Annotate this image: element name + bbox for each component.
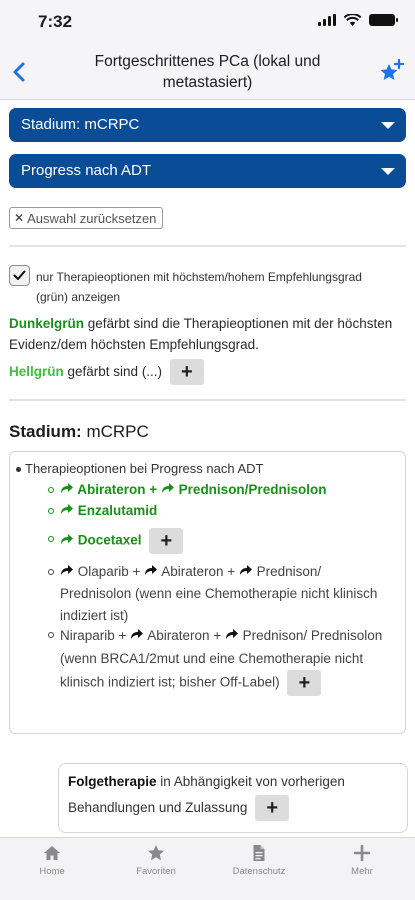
tab-more[interactable]: Mehr: [327, 844, 397, 877]
stage-select[interactable]: Stadium: mCRPC: [9, 108, 406, 142]
expand-light-green-button[interactable]: +: [169, 359, 204, 386]
filter-checkbox[interactable]: [9, 265, 30, 286]
expand-follow-up-button[interactable]: +: [255, 795, 290, 822]
share-arrow-icon: [225, 629, 238, 639]
share-arrow-icon: [239, 565, 252, 575]
plus-icon: [353, 844, 371, 862]
situation-select[interactable]: Progress nach ADT: [9, 154, 406, 188]
filter-checkbox-label: nur Therapieoptionen mit höchstem/hohem …: [36, 270, 362, 304]
therapy-options-card: Therapieoptionen bei Progress nach ADT A…: [9, 451, 406, 734]
therapy-item-text: Olaparib +: [77, 564, 145, 579]
status-bar: 7:32: [0, 0, 415, 44]
status-time: 7:32: [38, 12, 73, 31]
legend-dark-green: Dunkelgrün gefärbt sind die Therapieopti…: [9, 313, 399, 355]
tab-privacy[interactable]: Datenschutz: [224, 844, 294, 877]
legend-light-green: Hellgrün gefärbt sind (...) +: [9, 359, 399, 386]
section-title-prefix: Stadium:: [9, 422, 82, 441]
back-chevron-icon[interactable]: [8, 58, 32, 86]
therapy-item-text: Abirateron +: [147, 628, 225, 643]
section-title-stage: mCRPC: [86, 422, 149, 441]
tab-home-label: Home: [39, 866, 65, 877]
content-area: Stadium: mCRPC Progress nach ADT ✕ Auswa…: [0, 101, 415, 837]
therapy-item-docetaxel[interactable]: Docetaxel +: [48, 528, 390, 554]
section-title: Stadium: mCRPC: [9, 422, 149, 442]
add-favorite-star-icon[interactable]: [379, 58, 405, 84]
therapy-options-header: Therapieoptionen bei Progress nach ADT: [15, 461, 264, 476]
share-arrow-icon: [61, 565, 73, 575]
therapy-item-text: Niraparib +: [60, 628, 131, 643]
share-arrow-icon: [145, 565, 158, 575]
follow-up-title: Folgetherapie: [68, 774, 157, 789]
light-green-text: gefärbt sind (...): [63, 364, 163, 379]
stage-select-value: Stadium: mCRPC: [21, 116, 140, 133]
tab-more-label: Mehr: [351, 866, 373, 877]
tab-favorites[interactable]: Favoriten: [121, 844, 191, 877]
therapy-item-niraparib[interactable]: Niraparib + Abirateron + Prednison/ Pred…: [48, 624, 390, 696]
checkmark-icon: [13, 270, 26, 280]
therapy-item-text: Docetaxel: [77, 532, 142, 548]
tab-favorites-label: Favoriten: [136, 866, 176, 877]
share-arrow-icon: [61, 504, 73, 514]
share-arrow-icon: [131, 629, 144, 639]
therapy-item-enzalutamid[interactable]: Enzalutamid: [48, 500, 390, 522]
divider: [9, 245, 406, 247]
follow-up-therapy-box: Folgetherapie in Abhängigkeit von vorher…: [58, 763, 408, 833]
expand-docetaxel-button[interactable]: +: [149, 528, 184, 554]
close-icon: ✕: [14, 211, 25, 225]
tab-privacy-label: Datenschutz: [232, 866, 286, 877]
signal-icon: [318, 14, 336, 26]
navigation-bar: Fortgeschrittenes PCa (lokal und metasta…: [0, 44, 415, 100]
therapy-item-text: Abirateron +: [77, 482, 161, 497]
share-arrow-icon: [61, 483, 73, 493]
therapy-item-abirateron[interactable]: Abirateron + Prednison/Prednisolon: [48, 479, 390, 501]
dropdown-caret-icon: [381, 122, 395, 129]
share-arrow-icon: [161, 483, 174, 493]
situation-select-value: Progress nach ADT: [21, 162, 152, 179]
dark-green-word: Dunkelgrün: [9, 316, 85, 331]
tab-bar: Home Favoriten Datenschutz Mehr: [0, 837, 415, 900]
tab-home[interactable]: Home: [17, 844, 87, 877]
expand-niraparib-button[interactable]: +: [287, 670, 322, 696]
wifi-icon: [344, 14, 361, 26]
therapy-item-olaparib[interactable]: Olaparib + Abirateron + Prednison/ Predn…: [48, 561, 390, 627]
divider: [9, 399, 406, 401]
therapy-item-text: Prednison/Prednisolon: [178, 482, 327, 497]
home-icon: [44, 846, 60, 860]
share-arrow-icon: [61, 533, 73, 544]
page-title: Fortgeschrittenes PCa (lokal und metasta…: [94, 53, 321, 91]
reset-selection-label: Auswahl zurücksetzen: [27, 210, 157, 226]
document-icon: [253, 845, 265, 861]
therapy-item-text: Enzalutamid: [77, 503, 158, 518]
status-icons: [318, 14, 398, 26]
reset-selection-button[interactable]: ✕ Auswahl zurücksetzen: [9, 207, 164, 229]
light-green-word: Hellgrün: [9, 364, 64, 379]
battery-icon: [369, 14, 398, 26]
star-icon: [148, 845, 164, 861]
therapy-item-text: Abirateron +: [161, 564, 239, 579]
dropdown-caret-icon: [381, 168, 395, 175]
